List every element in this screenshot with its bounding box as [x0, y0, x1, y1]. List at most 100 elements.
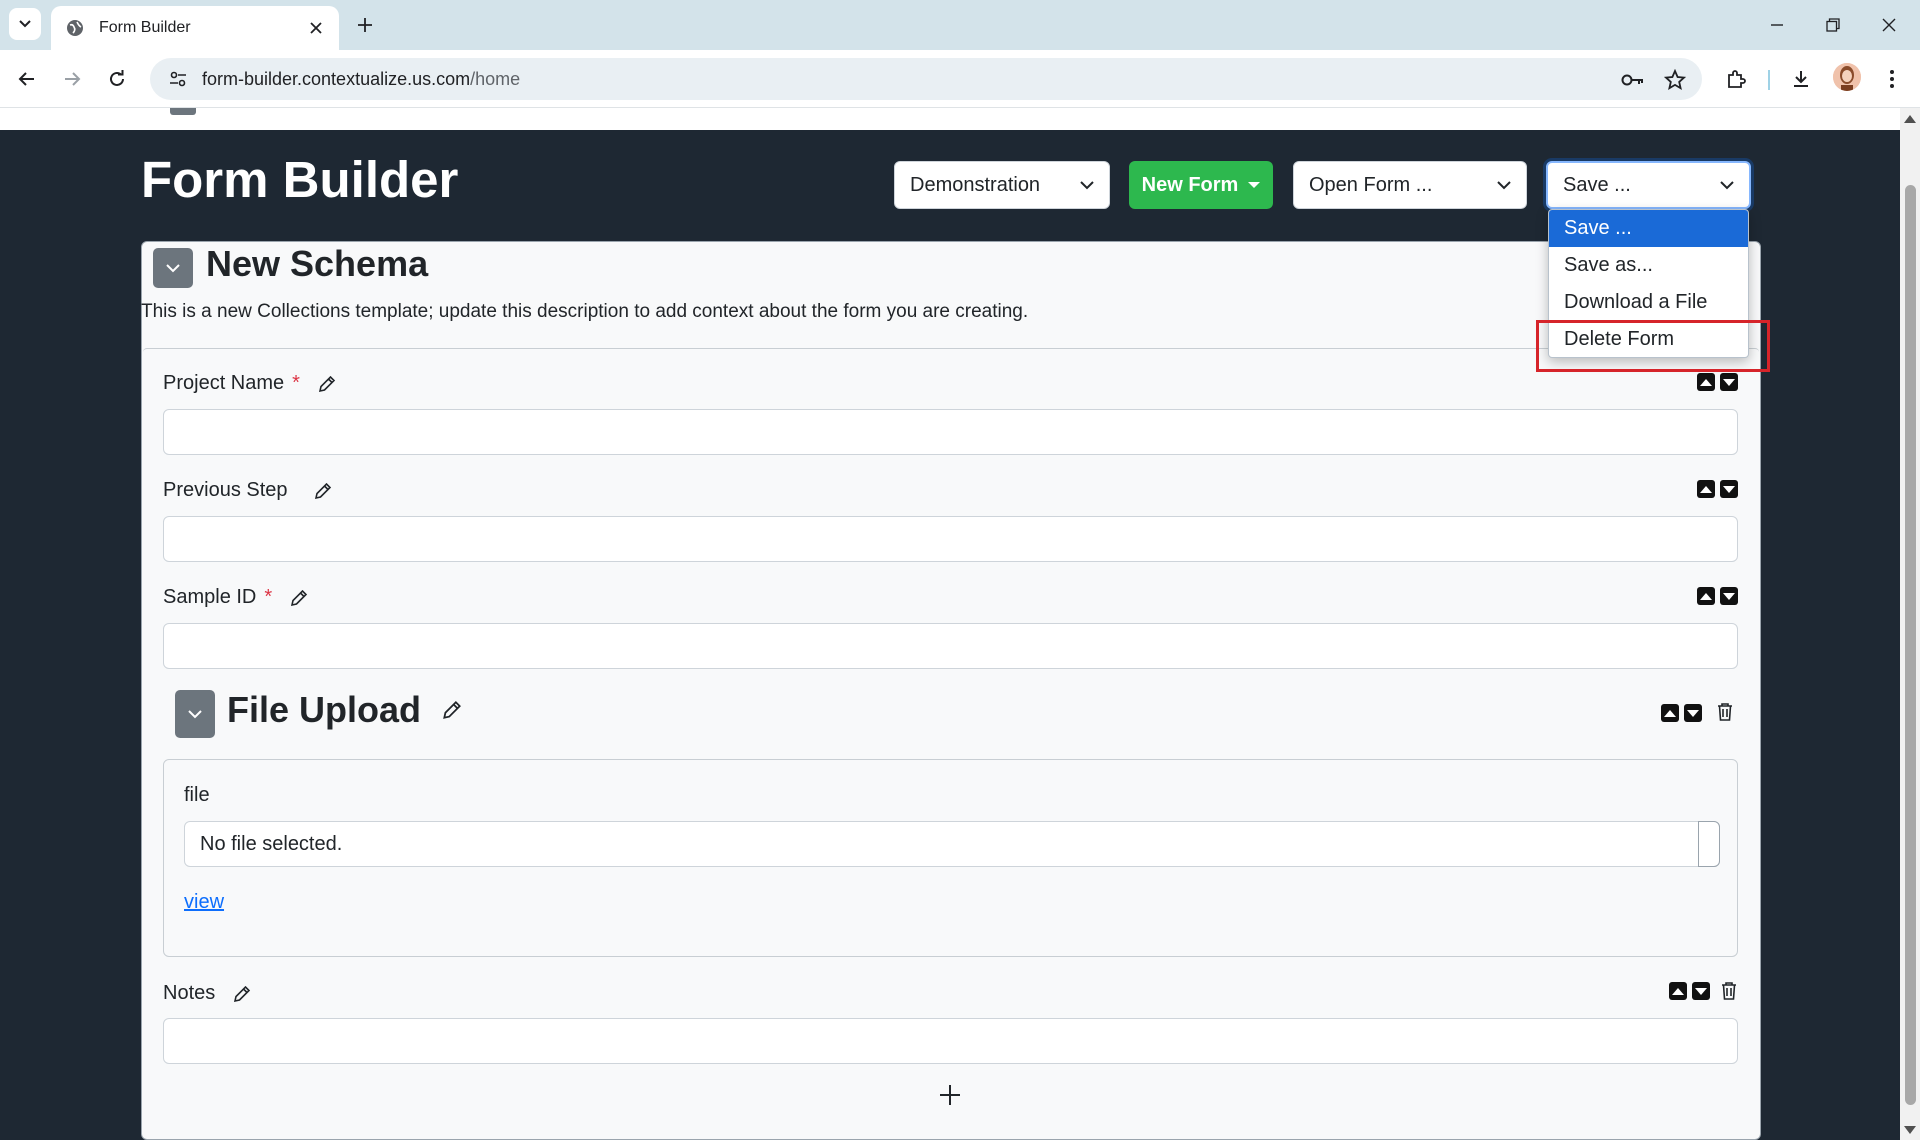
- chevron-down-icon: [1497, 181, 1511, 190]
- move-down-button[interactable]: [1684, 704, 1702, 722]
- chevron-down-icon: [1720, 181, 1734, 190]
- field-label-project-name: Project Name *: [163, 372, 338, 395]
- file-label: file: [184, 784, 210, 806]
- browser-tab[interactable]: Form Builder: [51, 6, 339, 50]
- forward-button[interactable]: [57, 64, 87, 94]
- move-down-button[interactable]: [1720, 373, 1738, 391]
- arrow-up-icon: [1672, 987, 1684, 995]
- tab-title: Form Builder: [99, 19, 191, 36]
- strip-mark: [170, 108, 196, 115]
- move-down-button[interactable]: [1720, 587, 1738, 605]
- pencil-icon[interactable]: [316, 373, 338, 395]
- view-link[interactable]: view: [184, 891, 224, 914]
- extensions-icon[interactable]: [1722, 65, 1750, 93]
- chevron-down-icon: [188, 710, 202, 719]
- arrow-up-icon: [1700, 485, 1712, 493]
- project-select[interactable]: Demonstration: [894, 161, 1110, 209]
- required-marker: *: [264, 586, 273, 608]
- restore-button[interactable]: [1820, 12, 1846, 38]
- arrow-down-icon: [1723, 592, 1735, 600]
- caret-down-icon: [1248, 182, 1261, 188]
- pencil-icon[interactable]: [441, 699, 463, 721]
- new-tab-button[interactable]: [352, 12, 378, 38]
- field-label-text: Project Name: [163, 372, 285, 394]
- move-up-button[interactable]: [1697, 480, 1715, 498]
- move-down-button[interactable]: [1692, 982, 1710, 1000]
- download-file-option[interactable]: Download a File: [1549, 284, 1748, 321]
- open-form-select[interactable]: Open Form ...: [1293, 161, 1527, 209]
- new-form-button[interactable]: New Form: [1129, 161, 1273, 209]
- arrow-down-icon: [1687, 709, 1699, 717]
- address-bar[interactable]: form-builder.contextualize.us.com/home: [150, 58, 1702, 100]
- pencil-icon[interactable]: [312, 480, 334, 502]
- back-icon: [18, 72, 34, 86]
- notes-input[interactable]: [163, 1018, 1738, 1064]
- schema-collapse-button[interactable]: [153, 248, 193, 288]
- scrollbar-thumb[interactable]: [1905, 185, 1916, 1105]
- forward-icon: [65, 72, 81, 86]
- pencil-icon[interactable]: [288, 587, 310, 609]
- reload-button[interactable]: [102, 64, 132, 94]
- move-up-button[interactable]: [1669, 982, 1687, 1000]
- minimize-icon: [1771, 24, 1783, 26]
- required-marker: *: [292, 372, 300, 394]
- move-up-button[interactable]: [1697, 373, 1715, 391]
- field-label-notes: Notes: [163, 982, 253, 1005]
- browser-toolbar: form-builder.contextualize.us.com/home: [0, 50, 1920, 108]
- field-label-sample-id: Sample ID *: [163, 586, 310, 609]
- save-as-option[interactable]: Save as...: [1549, 247, 1748, 284]
- browser-tab-bar: Form Builder: [0, 0, 1920, 50]
- chevron-down-icon: [1080, 181, 1094, 190]
- save-option[interactable]: Save ...: [1549, 210, 1748, 247]
- schema-description: This is a new Collections template; upda…: [141, 301, 1029, 322]
- schema-title[interactable]: New Schema: [206, 243, 428, 285]
- move-up-button[interactable]: [1697, 587, 1715, 605]
- file-browse-button[interactable]: [1698, 821, 1720, 867]
- plus-icon: [940, 1085, 960, 1105]
- url-path: /home: [470, 68, 521, 89]
- pencil-icon[interactable]: [231, 983, 253, 1005]
- arrow-down-icon: [1723, 485, 1735, 493]
- field-label-text: Notes: [163, 982, 216, 1004]
- arrow-up-icon: [1700, 592, 1712, 600]
- add-field-button[interactable]: [936, 1081, 964, 1109]
- arrow-down-icon: [1723, 378, 1735, 386]
- reload-icon: [110, 70, 124, 86]
- avatar[interactable]: [1833, 63, 1861, 91]
- star-icon[interactable]: [1662, 67, 1688, 93]
- minimize-button[interactable]: [1764, 12, 1790, 38]
- save-select[interactable]: Save ...: [1546, 161, 1751, 209]
- file-upload-collapse-button[interactable]: [175, 690, 215, 738]
- arrow-down-icon: [1695, 987, 1707, 995]
- close-icon: [1882, 18, 1896, 32]
- download-icon[interactable]: [1787, 65, 1815, 93]
- save-select-value: Save ...: [1563, 173, 1631, 196]
- toolbar-divider: [1768, 70, 1770, 90]
- field-label-text: Sample ID: [163, 586, 257, 608]
- project-name-input[interactable]: [163, 409, 1738, 455]
- move-up-button[interactable]: [1661, 704, 1679, 722]
- back-button[interactable]: [12, 64, 42, 94]
- move-down-button[interactable]: [1720, 480, 1738, 498]
- chevron-down-icon: [166, 264, 180, 273]
- plus-icon: [358, 18, 372, 32]
- file-input[interactable]: No file selected.: [184, 821, 1720, 867]
- trash-icon[interactable]: [1715, 701, 1735, 723]
- sample-id-input[interactable]: [163, 623, 1738, 669]
- tab-search-button[interactable]: [9, 8, 41, 40]
- close-window-button[interactable]: [1876, 12, 1902, 38]
- page-title: Form Builder: [141, 151, 459, 208]
- file-upload-title: File Upload: [227, 689, 463, 731]
- key-icon[interactable]: [1620, 67, 1646, 93]
- tab-close-button[interactable]: [305, 17, 327, 39]
- trash-icon[interactable]: [1719, 980, 1739, 1002]
- previous-step-input[interactable]: [163, 516, 1738, 562]
- menu-icon[interactable]: [1878, 65, 1906, 93]
- scroll-up-arrow[interactable]: [1904, 115, 1916, 123]
- scroll-down-arrow[interactable]: [1904, 1126, 1916, 1134]
- site-info-icon[interactable]: [166, 67, 190, 91]
- field-label-previous-step: Previous Step: [163, 479, 334, 502]
- globe-icon: [67, 20, 83, 36]
- url-host: form-builder.contextualize.us.com: [202, 68, 471, 89]
- top-strip: [0, 108, 1900, 130]
